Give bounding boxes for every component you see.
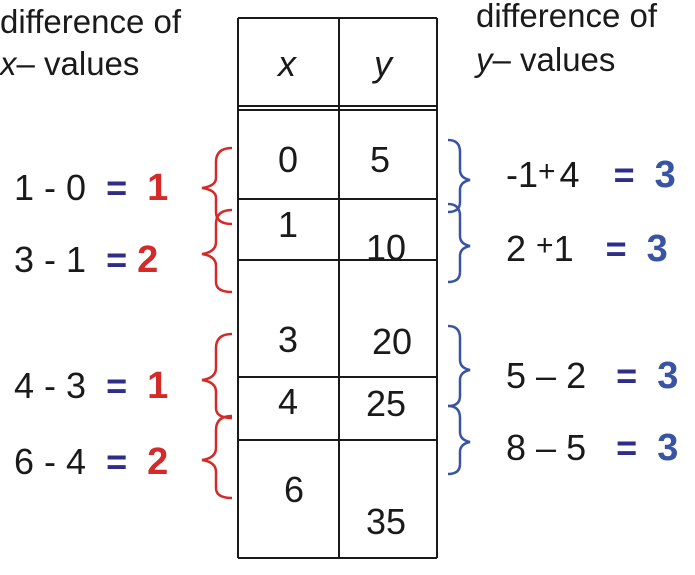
y-diff-row-3: 8 – 5 = 3 <box>506 427 679 469</box>
y-diff-result: 3 <box>654 154 676 196</box>
y-diff-a: -1 <box>506 154 539 195</box>
y-diff-result: 3 <box>657 427 679 469</box>
right-brace-3 <box>447 324 471 408</box>
right-brace-2 <box>447 202 471 284</box>
y-diff-b: 5 <box>566 427 587 468</box>
left-brace-4 <box>201 414 233 500</box>
x-diff-eq: = <box>106 167 128 208</box>
x-diff-expr: 4 - 3 <box>14 365 87 406</box>
x-diff-result: 2 <box>137 239 159 281</box>
x-diff-row-1: 3 - 1 = 2 <box>14 239 159 281</box>
x-diff-row-0: 1 - 0 = 1 <box>14 167 169 209</box>
x-diff-result: 2 <box>147 441 169 483</box>
y-diff-op: – <box>536 355 557 396</box>
y-diff-result: 3 <box>646 228 668 270</box>
y-diff-eq: = <box>613 154 635 195</box>
x-diff-row-2: 4 - 3 = 1 <box>14 365 169 407</box>
right-header-line2: y– values <box>476 40 615 80</box>
y-diff-row-0: -1+ 4 = 3 <box>506 152 676 196</box>
x-diff-expr: 1 - 0 <box>14 167 87 208</box>
y-diff-row-2: 5 – 2 = 3 <box>506 355 679 397</box>
y-diff-a: 2 <box>506 228 527 269</box>
left-brace-2 <box>201 208 233 294</box>
y-diff-b: 1 <box>553 228 574 269</box>
right-brace-4 <box>447 404 471 476</box>
y-diff-row-1: 2 +1 = 3 <box>506 226 668 270</box>
table-cell-x-3: 4 <box>278 381 299 422</box>
x-diff-eq: = <box>106 441 128 482</box>
x-diff-eq: = <box>106 365 128 406</box>
x-diff-expr: 3 - 1 <box>14 239 87 280</box>
table-cell-y-2: 20 <box>372 321 413 362</box>
table-cell-y-0: 5 <box>370 139 391 180</box>
table-header-y: y <box>374 43 392 84</box>
y-diff-result: 3 <box>657 355 679 397</box>
y-diff-b: 4 <box>559 154 580 195</box>
y-diff-b: 2 <box>566 355 587 396</box>
left-header-line2: x– values <box>0 44 139 84</box>
left-header-var: x <box>0 45 17 82</box>
y-diff-op: + <box>538 155 556 188</box>
right-header-suffix: – values <box>492 41 616 78</box>
y-diff-op: + <box>536 229 554 262</box>
table-cell-x-1: 1 <box>278 204 299 245</box>
right-header-var: y <box>476 41 493 78</box>
table-cell-x-0: 0 <box>278 139 299 180</box>
x-diff-result: 1 <box>147 167 169 209</box>
left-brace-1 <box>201 146 233 226</box>
diagram-lines <box>201 17 471 559</box>
x-diff-row-3: 6 - 4 = 2 <box>14 441 169 483</box>
table-header-x: x <box>278 43 296 84</box>
x-diff-result: 1 <box>147 365 169 407</box>
y-diff-eq: = <box>616 355 638 396</box>
x-diff-eq: = <box>106 239 128 280</box>
y-diff-op: – <box>536 427 557 468</box>
y-diff-eq: = <box>605 228 627 269</box>
left-header-line1: difference of <box>0 3 182 40</box>
y-diff-a: 5 <box>506 355 527 396</box>
right-header-line1: difference of <box>476 0 658 34</box>
y-diff-eq: = <box>616 427 638 468</box>
table-cell-y-4: 35 <box>366 501 407 542</box>
left-brace-3 <box>201 332 233 420</box>
x-diff-expr: 6 - 4 <box>14 441 87 482</box>
right-brace-1 <box>447 138 471 214</box>
table-cell-y-1: 10 <box>366 227 407 268</box>
y-diff-a: 8 <box>506 427 527 468</box>
left-header-suffix: – values <box>16 45 140 82</box>
table-cell-x-2: 3 <box>278 319 299 360</box>
table-cell-y-3: 25 <box>366 383 407 424</box>
table-cell-x-4: 6 <box>284 469 305 510</box>
